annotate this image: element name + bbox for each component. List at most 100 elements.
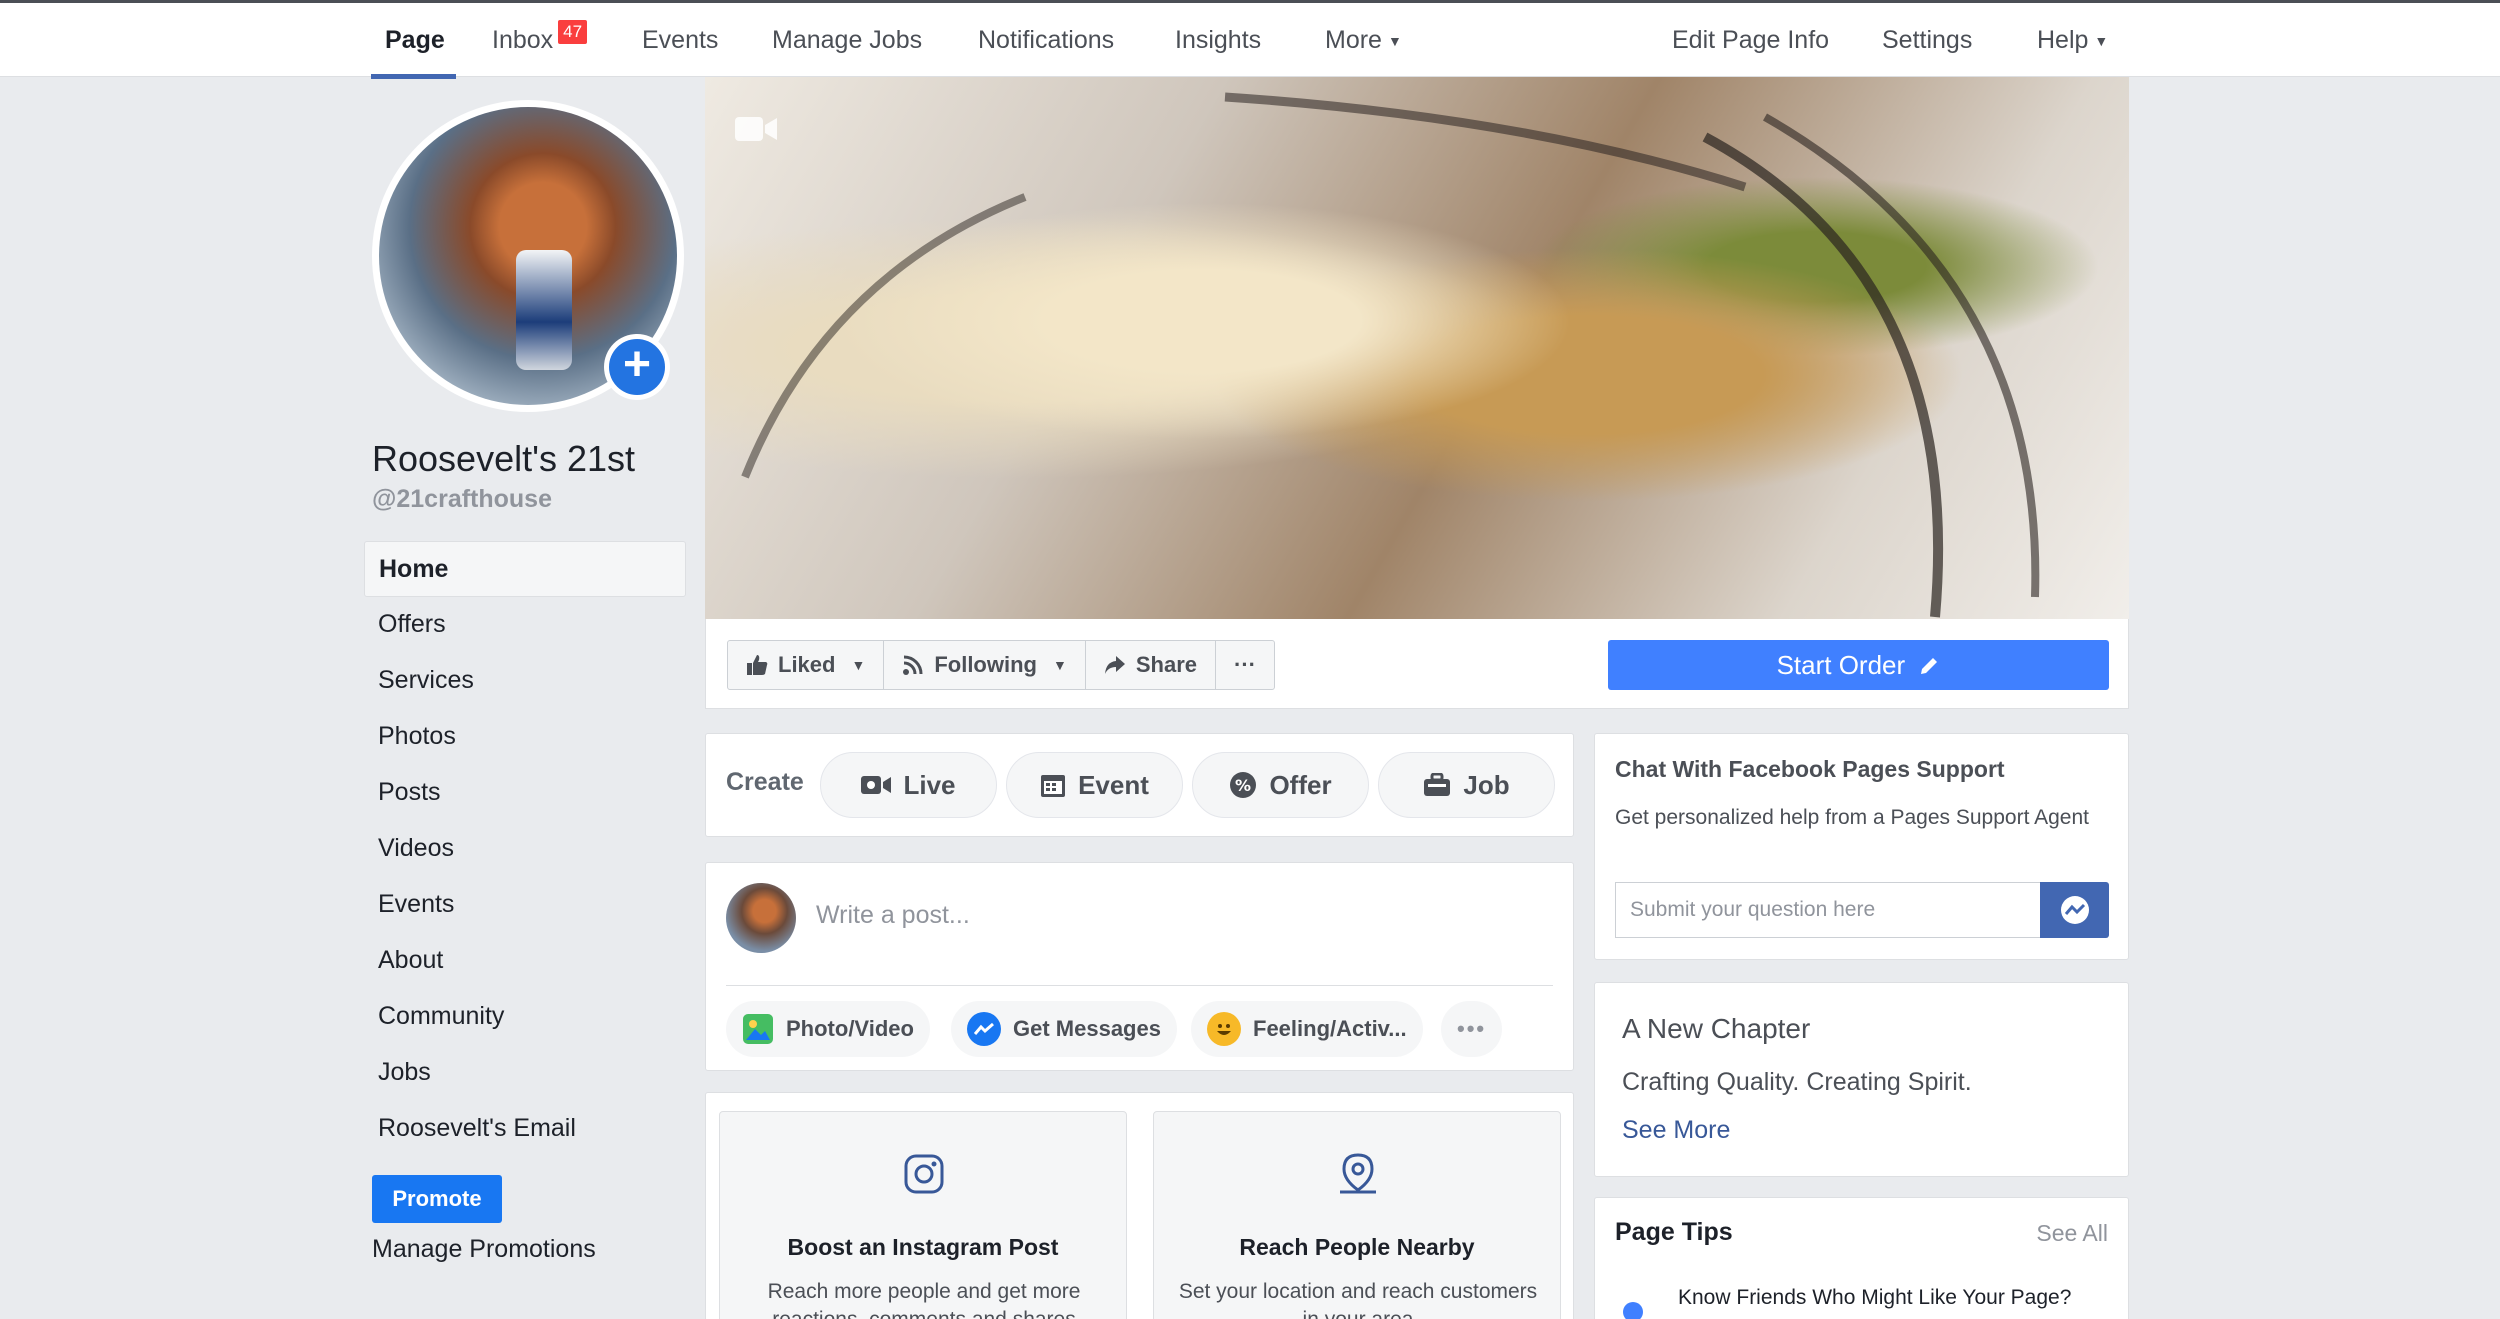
create-job-button[interactable]: Job bbox=[1378, 752, 1555, 818]
messenger-icon bbox=[967, 1012, 1001, 1046]
reach-nearby-card[interactable]: Reach People Nearby Set your location an… bbox=[1153, 1111, 1561, 1319]
sidebar-item-home[interactable]: Home bbox=[364, 541, 686, 597]
nav-edit-page-info[interactable]: Edit Page Info bbox=[1672, 3, 1829, 77]
create-label: Create bbox=[726, 768, 804, 796]
page-top-nav: Page Inbox 47 Events Manage Jobs Notifica… bbox=[0, 0, 2500, 79]
cover-video[interactable] bbox=[705, 77, 2129, 619]
nav-tab-page[interactable]: Page bbox=[385, 3, 445, 77]
sidebar-item-email[interactable]: Roosevelt's Email bbox=[364, 1101, 686, 1157]
cover-plate-lines bbox=[741, 92, 2040, 618]
page-title: Roosevelt's 21st bbox=[372, 438, 636, 479]
following-button[interactable]: Following ▼ bbox=[884, 641, 1086, 689]
photo-video-button[interactable]: Photo/Video bbox=[726, 1001, 930, 1057]
ellipsis-icon: ··· bbox=[1234, 652, 1256, 677]
liked-button[interactable]: Liked ▼ bbox=[728, 641, 885, 689]
sidebar-item-community[interactable]: Community bbox=[364, 989, 686, 1045]
photo-video-label: Photo/Video bbox=[786, 1016, 914, 1041]
sidebar-item-posts[interactable]: Posts bbox=[364, 765, 686, 821]
sidebar-item-services[interactable]: Services bbox=[364, 653, 686, 709]
nav-tab-manage-jobs[interactable]: Manage Jobs bbox=[772, 3, 922, 77]
caret-down-icon: ▼ bbox=[1052, 657, 1067, 673]
nav-tab-page-label: Page bbox=[385, 26, 445, 54]
composer-more-button[interactable]: ••• bbox=[1441, 1001, 1503, 1057]
nav-tab-more-label: More bbox=[1325, 26, 1382, 54]
start-order-label: Start Order bbox=[1776, 650, 1906, 680]
boost-instagram-card[interactable]: Boost an Instagram Post Reach more peopl… bbox=[719, 1111, 1127, 1319]
briefcase-icon bbox=[1424, 773, 1451, 796]
create-offer-label: Offer bbox=[1269, 769, 1332, 800]
rss-feed-icon bbox=[903, 655, 923, 675]
post-composer: Write a post... Photo/Video Get Messages… bbox=[705, 862, 1574, 1071]
page-handle[interactable]: @21crafthouse bbox=[372, 485, 552, 514]
svg-text:%: % bbox=[1235, 776, 1251, 795]
composer-avatar bbox=[726, 883, 796, 953]
inbox-count-badge: 47 bbox=[557, 19, 589, 45]
reach-nearby-title: Reach People Nearby bbox=[1239, 1234, 1475, 1260]
nav-settings[interactable]: Settings bbox=[1882, 3, 1972, 77]
location-pin-icon bbox=[1340, 1153, 1376, 1194]
more-actions-button[interactable]: ··· bbox=[1216, 641, 1274, 689]
create-event-button[interactable]: Event bbox=[1006, 752, 1183, 818]
messenger-send-button[interactable] bbox=[2040, 882, 2109, 938]
ellipsis-icon: ••• bbox=[1457, 1016, 1487, 1041]
sidebar-item-offers[interactable]: Offers bbox=[364, 597, 686, 653]
create-job-label: Job bbox=[1463, 769, 1510, 800]
sidebar-item-about[interactable]: About bbox=[364, 933, 686, 989]
liked-button-label: Liked bbox=[778, 652, 836, 677]
nav-tab-inbox[interactable]: Inbox 47 bbox=[492, 3, 589, 77]
story-title: A New Chapter bbox=[1622, 1013, 1811, 1044]
reach-nearby-desc: Set your location and reach customers in… bbox=[1178, 1280, 1538, 1319]
manage-promotions-link[interactable]: Manage Promotions bbox=[372, 1235, 596, 1264]
caret-down-icon: ▼ bbox=[851, 657, 866, 673]
page-action-bar: Liked ▼ Following ▼ Share ··· Start Orde… bbox=[705, 619, 2129, 709]
add-profile-photo-button[interactable]: + bbox=[604, 334, 670, 400]
chevron-down-icon: ▼ bbox=[1387, 33, 1402, 50]
get-messages-button[interactable]: Get Messages bbox=[951, 1001, 1177, 1057]
boost-instagram-desc: Reach more people and get more reactions… bbox=[767, 1280, 1081, 1319]
nav-tab-notifications[interactable]: Notifications bbox=[978, 3, 1114, 77]
offer-tag-icon: % bbox=[1230, 772, 1257, 798]
page-tips-card: Page Tips See All Know Friends Who Might… bbox=[1594, 1197, 2129, 1319]
nav-tab-more[interactable]: More ▼ bbox=[1325, 3, 1402, 77]
feeling-activity-button[interactable]: Feeling/Activ... bbox=[1191, 1001, 1423, 1057]
create-card: Create Live Event % Offer Job bbox=[705, 733, 1574, 837]
nav-tab-inbox-label: Inbox bbox=[492, 26, 554, 54]
see-more-link[interactable]: See More bbox=[1622, 1116, 1730, 1145]
nav-tab-events[interactable]: Events bbox=[642, 3, 718, 77]
instagram-icon bbox=[904, 1154, 944, 1194]
boost-instagram-title: Boost an Instagram Post bbox=[787, 1234, 1059, 1260]
sidebar-item-photos[interactable]: Photos bbox=[364, 709, 686, 765]
page-action-buttons: Liked ▼ Following ▼ Share ··· bbox=[727, 640, 1275, 690]
smiley-icon bbox=[1207, 1012, 1241, 1046]
create-live-label: Live bbox=[903, 769, 956, 800]
sidebar-item-jobs[interactable]: Jobs bbox=[364, 1045, 686, 1101]
thumbs-up-icon bbox=[747, 655, 768, 675]
tip-bulb-icon bbox=[1623, 1302, 1643, 1319]
plus-icon: + bbox=[609, 339, 665, 395]
pages-support-chat-card: Chat With Facebook Pages Support Get per… bbox=[1594, 733, 2129, 960]
messenger-icon bbox=[2060, 896, 2089, 924]
nav-active-indicator bbox=[371, 74, 456, 79]
nav-tab-insights[interactable]: Insights bbox=[1175, 3, 1261, 77]
share-button[interactable]: Share bbox=[1086, 641, 1216, 689]
feeling-activity-label: Feeling/Activ... bbox=[1253, 1016, 1407, 1041]
create-offer-button[interactable]: % Offer bbox=[1192, 752, 1369, 818]
see-all-tips-link[interactable]: See All bbox=[2036, 1220, 2108, 1247]
support-question-input[interactable] bbox=[1615, 882, 2040, 938]
create-event-label: Event bbox=[1078, 769, 1149, 800]
chevron-down-icon: ▼ bbox=[2094, 33, 2109, 50]
sidebar-item-events[interactable]: Events bbox=[364, 877, 686, 933]
sidebar-item-videos[interactable]: Videos bbox=[364, 821, 686, 877]
create-live-button[interactable]: Live bbox=[820, 752, 997, 818]
nav-help-label: Help bbox=[2037, 26, 2089, 54]
promotion-suggestions: Boost an Instagram Post Reach more peopl… bbox=[705, 1092, 1574, 1319]
photo-icon bbox=[743, 1014, 773, 1044]
promote-button[interactable]: Promote bbox=[372, 1175, 502, 1223]
story-subtitle: Crafting Quality. Creating Spirit. bbox=[1622, 1068, 1972, 1096]
start-order-button[interactable]: Start Order bbox=[1608, 640, 2109, 690]
write-post-input[interactable]: Write a post... bbox=[816, 901, 970, 930]
share-arrow-icon bbox=[1104, 656, 1125, 674]
nav-help[interactable]: Help ▼ bbox=[2037, 3, 2108, 77]
pencil-icon bbox=[1921, 658, 1938, 674]
tip-item-text[interactable]: Know Friends Who Might Like Your Page? bbox=[1678, 1284, 2098, 1312]
